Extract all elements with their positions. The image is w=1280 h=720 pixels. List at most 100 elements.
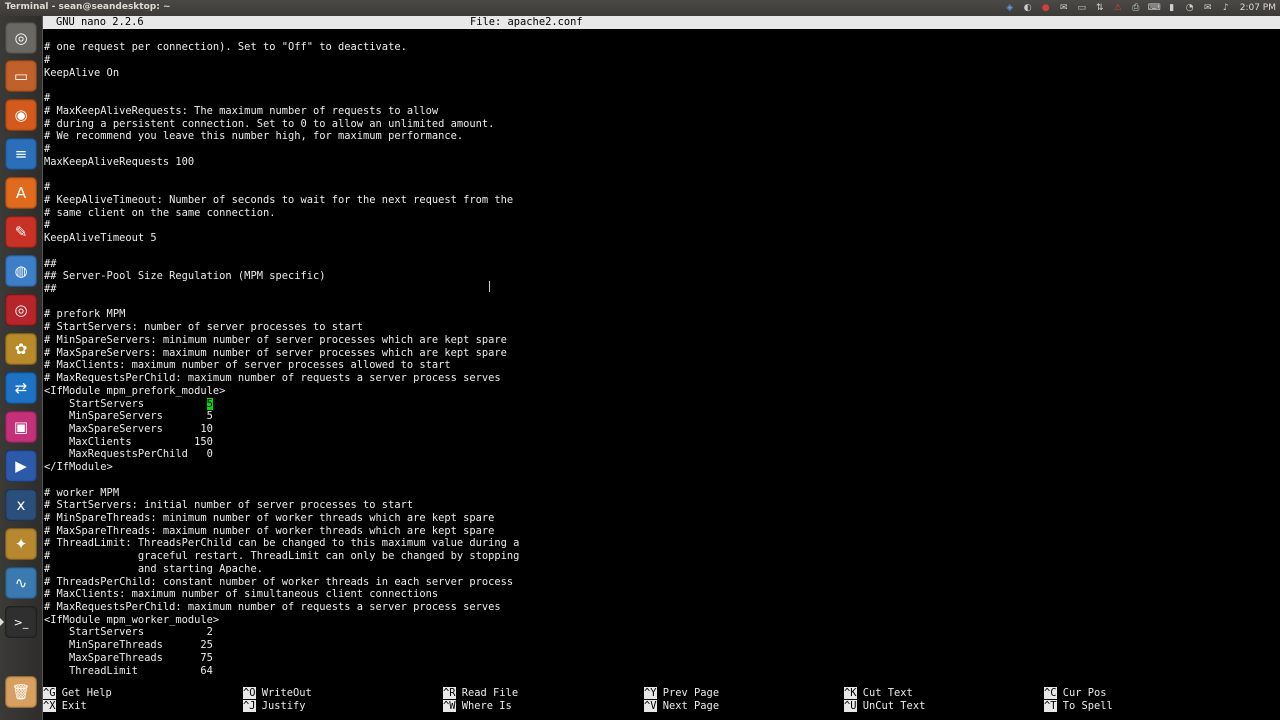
shortcut-writeout[interactable]: ^O WriteOut (243, 687, 312, 700)
terminal-icon[interactable]: >_ (5, 606, 37, 638)
editor-line[interactable]: # MaxClients: maximum number of server p… (44, 359, 1274, 372)
editor-line[interactable] (44, 169, 1274, 182)
shortcut-uncut-text[interactable]: ^U UnCut Text (844, 700, 925, 713)
shortcut-get-help[interactable]: ^G Get Help (43, 687, 112, 700)
shortcut-cut-text[interactable]: ^K Cut Text (844, 687, 913, 700)
editor-line[interactable]: # (44, 143, 1274, 156)
editor-line[interactable]: # MinSpareServers: minimum number of ser… (44, 334, 1274, 347)
software-center-icon[interactable]: A (5, 177, 37, 209)
editor-line[interactable]: MaxSpareThreads 75 (44, 652, 1274, 665)
editor-line[interactable]: # same client on the same connection. (44, 207, 1274, 220)
mail-icon[interactable]: ✉ (1058, 2, 1070, 14)
writer-icon[interactable]: ≡ (5, 138, 37, 170)
editor-line[interactable]: MaxRequestsPerChild 0 (44, 448, 1274, 461)
editor-line[interactable]: # one request per connection). Set to "O… (44, 41, 1274, 54)
disc-burner-icon[interactable]: ◎ (5, 294, 37, 326)
media-player-icon[interactable]: ▶ (5, 450, 37, 482)
editor-line[interactable]: # StartServers: initial number of server… (44, 499, 1274, 512)
editor-line[interactable] (44, 474, 1274, 487)
editor-line[interactable]: # (44, 54, 1274, 67)
editor-line[interactable]: StartServers 2 (44, 626, 1274, 639)
battery-icon[interactable]: ▮ (1166, 2, 1178, 14)
shortcut-key: ^V (644, 700, 657, 712)
editor-line[interactable]: # during a persistent connection. Set to… (44, 118, 1274, 131)
editor-line[interactable]: MaxClients 150 (44, 436, 1274, 449)
editor-line[interactable]: # (44, 181, 1274, 194)
editor-line[interactable]: KeepAliveTimeout 5 (44, 232, 1274, 245)
dropbox-icon[interactable]: ◈ (1004, 2, 1016, 14)
editor-line[interactable]: # MaxSpareThreads: maximum number of wor… (44, 525, 1274, 538)
editor-line[interactable]: KeepAlive On (44, 67, 1274, 80)
system-monitor-icon[interactable]: ∿ (5, 567, 37, 599)
editor-line[interactable]: MaxSpareServers 10 (44, 423, 1274, 436)
camera-icon[interactable]: ▣ (5, 411, 37, 443)
trash-icon[interactable]: 🗑 (5, 676, 37, 708)
editor-line[interactable]: </IfModule> (44, 461, 1274, 474)
editor-line[interactable] (44, 245, 1274, 258)
editor-line[interactable]: <IfModule mpm_prefork_module> (44, 385, 1274, 398)
editor-line[interactable]: ## Server-Pool Size Regulation (MPM spec… (44, 270, 1274, 283)
shortcut-where-is[interactable]: ^W Where Is (443, 700, 512, 713)
shortcut-justify[interactable]: ^J Justify (243, 700, 306, 713)
network-icon[interactable]: ⇅ (1094, 2, 1106, 14)
editor-line[interactable]: # ThreadLimit: ThreadsPerChild can be ch… (44, 537, 1274, 550)
mail-envelope-icon[interactable]: ✉ (1202, 2, 1214, 14)
editor-line[interactable]: ## (44, 283, 1274, 296)
editor-line[interactable]: ## (44, 258, 1274, 271)
printer-icon[interactable]: ⎙ (1130, 2, 1142, 14)
shortcut-to-spell[interactable]: ^T To Spell (1044, 700, 1113, 713)
editor-line[interactable]: # MinSpareThreads: minimum number of wor… (44, 512, 1274, 525)
editor-line[interactable] (44, 296, 1274, 309)
shortcut-label: Justify (255, 700, 306, 712)
editor-icon[interactable]: ✎ (5, 216, 37, 248)
launcher: ◎ ▭ ◉ ≡ A ✎ ◍ ◎ ✿ ⇄ ▣ ▶ x ✦ ∿ >_ 🗑 (0, 16, 43, 720)
editor-line[interactable]: <IfModule mpm_worker_module> (44, 614, 1274, 627)
active-indicator (0, 618, 4, 626)
editor-line[interactable]: # StartServers: number of server process… (44, 321, 1274, 334)
editor-line[interactable]: # MaxRequestsPerChild: maximum number of… (44, 372, 1274, 385)
teamviewer-icon[interactable]: ⇄ (5, 372, 37, 404)
editor-line[interactable]: # KeepAliveTimeout: Number of seconds to… (44, 194, 1274, 207)
editor-line[interactable] (44, 80, 1274, 93)
editor-line[interactable]: # ThreadsPerChild: constant number of wo… (44, 576, 1274, 589)
shortcut-prev-page[interactable]: ^Y Prev Page (644, 687, 719, 700)
keyboard-icon[interactable]: ⌨ (1148, 2, 1161, 14)
editor-line[interactable]: MinSpareThreads 25 (44, 639, 1274, 652)
editor-line[interactable]: # prefork MPM (44, 308, 1274, 321)
notify-icon[interactable]: ◐ (1022, 2, 1034, 14)
editor-line[interactable]: MinSpareServers 5 (44, 410, 1274, 423)
editor-line[interactable]: # MaxClients: maximum number of simultan… (44, 588, 1274, 601)
editor-line[interactable]: # MaxKeepAliveRequests: The maximum numb… (44, 105, 1274, 118)
editor-line[interactable]: # MaxSpareServers: maximum number of ser… (44, 347, 1274, 360)
editor-line[interactable]: # graceful restart. ThreadLimit can only… (44, 550, 1274, 563)
editor-line[interactable]: # We recommend you leave this number hig… (44, 130, 1274, 143)
paint-icon[interactable]: ✦ (5, 528, 37, 560)
shortcut-exit[interactable]: ^X Exit (43, 700, 87, 713)
alert-icon[interactable]: ⚠ (1112, 2, 1124, 14)
xbmc-icon[interactable]: x (5, 489, 37, 521)
chromium-icon[interactable]: ◍ (5, 255, 37, 287)
editor-line[interactable]: # (44, 219, 1274, 232)
editor-line[interactable]: # MaxRequestsPerChild: maximum number of… (44, 601, 1274, 614)
shortcut-next-page[interactable]: ^V Next Page (644, 700, 719, 713)
firefox-icon[interactable]: ◉ (5, 99, 37, 131)
terminal-window[interactable]: GNU nano 2.2.6 File: apache2.conf # one … (43, 16, 1280, 720)
chat-bubble-icon[interactable]: ◔ (1184, 2, 1196, 14)
shortcut-read-file[interactable]: ^R Read File (443, 687, 518, 700)
games-icon[interactable]: ✿ (5, 333, 37, 365)
shortcut-key: ^W (443, 700, 456, 712)
editor-buffer[interactable]: # one request per connection). Set to "O… (44, 41, 1274, 677)
volume-icon[interactable]: ♪ (1220, 2, 1232, 14)
files-icon[interactable]: ▭ (5, 60, 37, 92)
editor-line[interactable]: # worker MPM (44, 487, 1274, 500)
display-icon[interactable]: ▭ (1076, 2, 1088, 14)
chat-icon[interactable]: ● (1040, 2, 1052, 14)
editor-line[interactable]: # and starting Apache. (44, 563, 1274, 576)
editor-line[interactable]: StartServers 5 (44, 397, 1274, 411)
editor-line[interactable]: # (44, 92, 1274, 105)
editor-line[interactable]: MaxKeepAliveRequests 100 (44, 156, 1274, 169)
editor-line[interactable]: ThreadLimit 64 (44, 665, 1274, 678)
shortcut-cur-pos[interactable]: ^C Cur Pos (1044, 687, 1107, 700)
dash-icon[interactable]: ◎ (5, 22, 37, 54)
clock[interactable]: 2:07 PM (1240, 3, 1276, 13)
